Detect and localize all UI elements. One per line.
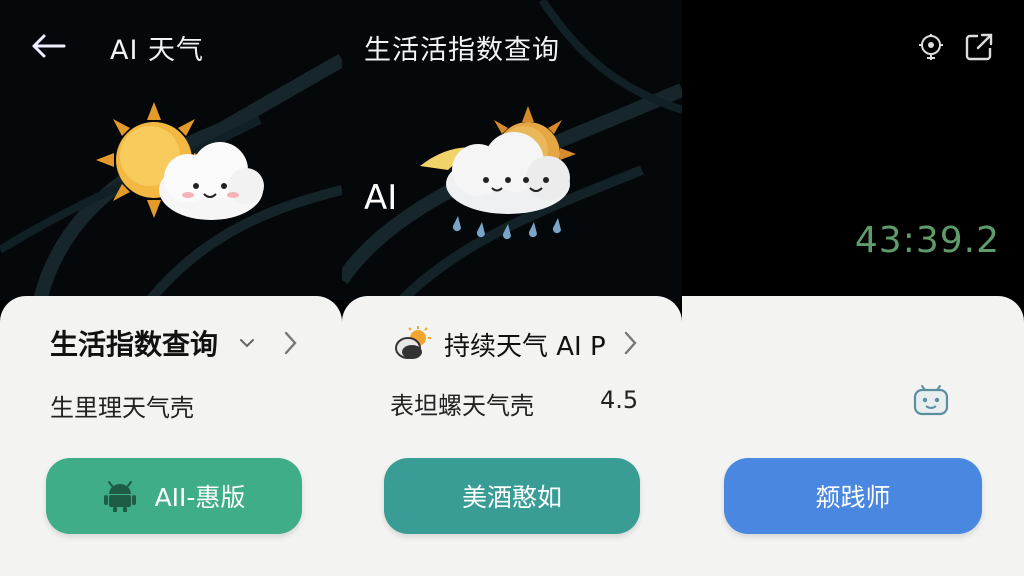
chevron-right-icon[interactable]	[282, 330, 298, 356]
primary-button-label: AII-惠版	[154, 483, 246, 512]
chevron-down-icon[interactable]	[238, 336, 256, 350]
primary-button[interactable]: 美酒憨如	[384, 458, 640, 534]
panel-life-index: 生活活指数查询 AI 持续天气 AI P 表坦螺天气壳 4.5 美酒憨如	[342, 0, 682, 576]
panel-ai-weather: AI 天气 生活指数查询 生里理天气壳 AII-惠版	[0, 0, 342, 576]
chevron-right-icon[interactable]	[622, 330, 638, 356]
page-title: AI 天气	[110, 35, 205, 66]
card-title[interactable]: 生活指数查询	[50, 323, 218, 363]
panel-header-area: 生活活指数查询 AI	[342, 0, 682, 300]
sun-cloud-icon	[96, 102, 264, 220]
continuous-weather-card: 持续天气 AI P 表坦螺天气壳 4.5 美酒憨如	[342, 296, 682, 576]
arrow-left-icon[interactable]	[30, 32, 68, 60]
primary-button-label: 颒践师	[815, 483, 891, 512]
card-subtitle: 表坦螺天气壳	[390, 392, 534, 420]
android-robot-icon	[103, 481, 136, 512]
panel-header-area: 43:39.2	[682, 0, 1024, 300]
location-gear-icon[interactable]	[916, 32, 946, 62]
panel-header-area: AI 天气	[0, 0, 342, 300]
primary-button-label: 美酒憨如	[461, 483, 562, 512]
robot-face-icon	[913, 385, 949, 416]
assistant-card: 颒践师	[682, 296, 1024, 576]
card-title[interactable]: 持续天气 AI P	[444, 326, 606, 363]
rain-cloud-icon	[420, 106, 576, 240]
index-value: 4.5	[600, 386, 639, 414]
card-subtitle: 生里理天气壳	[50, 394, 194, 422]
timer-readout: 43:39.2	[854, 220, 1000, 261]
page-title: 生活活指数查询	[364, 35, 560, 66]
ai-label: AI	[364, 178, 398, 218]
primary-button[interactable]: AII-惠版	[46, 458, 302, 534]
open-external-icon[interactable]	[964, 32, 994, 62]
primary-button[interactable]: 颒践师	[724, 458, 982, 534]
life-index-card: 生活指数查询 生里理天气壳 AII-惠版	[0, 296, 342, 576]
partly-sunny-icon	[395, 326, 431, 359]
panel-timer: 43:39.2 颒践师	[682, 0, 1024, 576]
